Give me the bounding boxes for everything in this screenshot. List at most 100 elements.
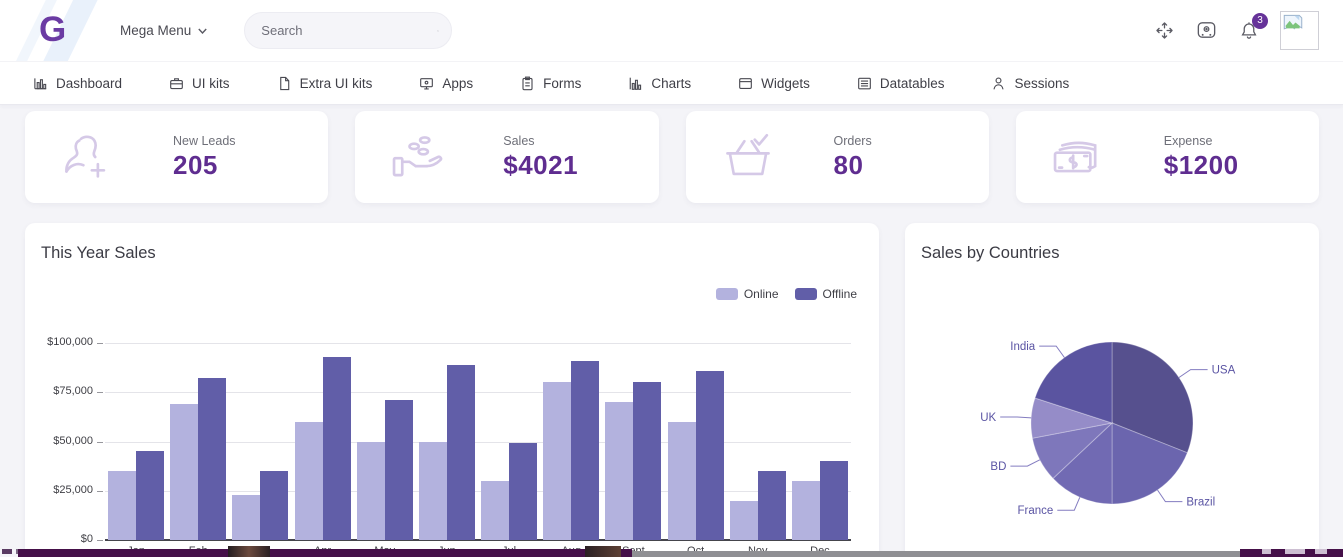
legend-online[interactable]: Online xyxy=(716,287,779,301)
x-tick-label: Sept xyxy=(602,545,664,557)
nav-label: Apps xyxy=(442,76,473,91)
mega-menu-button[interactable]: Mega Menu xyxy=(120,23,207,38)
bar-online-feb[interactable] xyxy=(170,404,198,540)
bar-online-aug[interactable] xyxy=(543,382,571,540)
fullscreen-icon[interactable] xyxy=(1154,20,1175,41)
bar-offline-oct[interactable] xyxy=(696,371,724,540)
nav-item-widgets[interactable]: Widgets xyxy=(738,76,810,91)
monitor-icon xyxy=(419,76,434,91)
nav-item-apps[interactable]: Apps xyxy=(419,76,473,91)
this-year-sales-card: This Year Sales OnlineOffline $0$25,000$… xyxy=(25,223,879,557)
notification-badge: 3 xyxy=(1252,13,1268,29)
x-tick-label: Nov xyxy=(727,545,789,557)
avatar-broken-image[interactable] xyxy=(1280,11,1319,50)
y-tick xyxy=(97,491,103,492)
bar-offline-jul[interactable] xyxy=(509,443,537,540)
person-icon xyxy=(991,76,1006,91)
stat-card-sales[interactable]: Sales $4021 xyxy=(355,111,658,203)
safe-box-icon[interactable] xyxy=(1195,19,1218,42)
pie-label-line xyxy=(1057,497,1080,510)
stat-value: $4021 xyxy=(503,150,578,181)
bar-offline-nov[interactable] xyxy=(758,471,786,540)
nav-item-extra-ui-kits[interactable]: Extra UI kits xyxy=(277,76,373,91)
bar-online-nov[interactable] xyxy=(730,501,758,540)
nav-label: Extra UI kits xyxy=(300,76,373,91)
x-tick-label: Jan xyxy=(105,545,167,557)
bar-online-oct[interactable] xyxy=(668,422,696,540)
x-tick-label: Aug xyxy=(540,545,602,557)
bar-offline-apr[interactable] xyxy=(323,357,351,540)
stat-cards-row: New Leads 205 Sales $4021 Orders 80 xyxy=(25,111,1319,203)
bar-offline-feb[interactable] xyxy=(198,378,226,540)
legend-offline[interactable]: Offline xyxy=(795,287,857,301)
online-swatch xyxy=(716,288,738,300)
sales-by-countries-card: Sales by Countries USABrazilFranceBDUKIn… xyxy=(905,223,1319,557)
y-tick-label: $0 xyxy=(17,533,93,545)
x-tick-label: Apr xyxy=(292,545,354,557)
bar-offline-mar[interactable] xyxy=(260,471,288,540)
nav-item-ui-kits[interactable]: UI kits xyxy=(169,76,230,91)
broken-image-icon xyxy=(1283,14,1303,31)
bar-online-mar[interactable] xyxy=(232,495,260,540)
nav-item-charts[interactable]: Charts xyxy=(628,76,691,91)
bar-legend: Online Offline xyxy=(716,287,857,301)
pie-label-line xyxy=(1039,346,1064,357)
clipboard-icon xyxy=(520,76,535,91)
pie-label-brazil: Brazil xyxy=(1186,497,1215,509)
notifications-button[interactable]: 3 xyxy=(1238,20,1260,42)
stat-card-orders[interactable]: Orders 80 xyxy=(686,111,989,203)
hand-coins-icon xyxy=(388,128,446,186)
nav-item-sessions[interactable]: Sessions xyxy=(991,76,1069,91)
x-tick-label: May xyxy=(354,545,416,557)
nav-label: Sessions xyxy=(1014,76,1069,91)
y-tick-label: $75,000 xyxy=(17,385,93,397)
search-icon[interactable] xyxy=(437,22,439,40)
pie-label-france: France xyxy=(1018,505,1054,517)
app-logo[interactable]: G xyxy=(39,10,66,50)
nav-label: Dashboard xyxy=(56,76,122,91)
bar-online-dec[interactable] xyxy=(792,481,820,540)
stat-label: Sales xyxy=(503,134,578,148)
pie-label-line xyxy=(1010,460,1039,466)
nav-item-dashboard[interactable]: Dashboard xyxy=(33,76,122,91)
bar-offline-jun[interactable] xyxy=(447,365,475,540)
legend-label: Offline xyxy=(823,287,857,301)
gridline xyxy=(105,343,851,344)
pie-svg: USABrazilFranceBDUKIndia xyxy=(905,223,1319,557)
y-tick xyxy=(97,442,103,443)
chevron-down-icon xyxy=(198,28,207,34)
bar-online-jun[interactable] xyxy=(419,442,447,541)
bar-online-sept[interactable] xyxy=(605,402,633,540)
bar-online-jul[interactable] xyxy=(481,481,509,540)
stat-value: $1200 xyxy=(1164,150,1239,181)
bar-online-jan[interactable] xyxy=(108,471,136,540)
nav-item-forms[interactable]: Forms xyxy=(520,76,581,91)
pie-label-usa: USA xyxy=(1212,365,1236,377)
bar-online-apr[interactable] xyxy=(295,422,323,540)
stat-card-new-leads[interactable]: New Leads 205 xyxy=(25,111,328,203)
search-input[interactable] xyxy=(261,23,437,38)
pie-label-bd: BD xyxy=(990,461,1006,473)
bar-online-may[interactable] xyxy=(357,442,385,541)
bar-offline-aug[interactable] xyxy=(571,361,599,540)
pie-label-line xyxy=(1179,370,1208,378)
y-tick xyxy=(97,343,103,344)
pie-label-india: India xyxy=(1010,341,1036,353)
bar-offline-jan[interactable] xyxy=(136,451,164,540)
x-tick-label: Oct xyxy=(665,545,727,557)
bar-offline-dec[interactable] xyxy=(820,461,848,540)
stat-card-expense[interactable]: Expense $1200 xyxy=(1016,111,1319,203)
bar-offline-sept[interactable] xyxy=(633,382,661,540)
x-tick-label: Feb xyxy=(167,545,229,557)
dashboard-icon xyxy=(33,76,48,91)
offline-swatch xyxy=(795,288,817,300)
user-plus-icon xyxy=(58,128,116,186)
file-icon xyxy=(277,76,292,91)
cutoff-fragment xyxy=(2,549,12,554)
nav-item-datatables[interactable]: Datatables xyxy=(857,76,945,91)
search-box[interactable] xyxy=(244,12,452,49)
y-tick-label: $50,000 xyxy=(17,435,93,447)
legend-label: Online xyxy=(744,287,779,301)
bar-offline-may[interactable] xyxy=(385,400,413,540)
y-tick xyxy=(97,540,103,541)
